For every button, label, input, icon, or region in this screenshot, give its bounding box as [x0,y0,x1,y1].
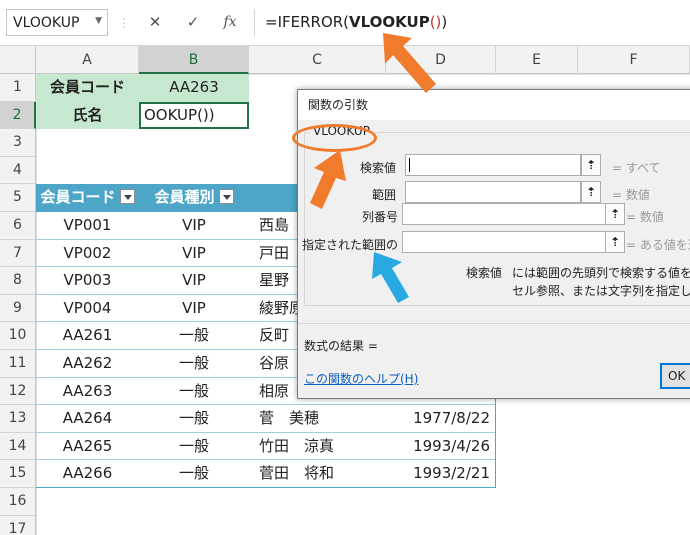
arg-input-range-lookup[interactable] [402,231,606,253]
arg-input-table-array[interactable] [405,181,581,203]
drag-handle-icon[interactable]: ⋮ [118,13,130,33]
name-label-text: 氏名 [72,105,103,124]
row-header-4[interactable]: 4 [0,156,36,185]
collapse-dialog-icon[interactable]: ⇡ [605,203,625,225]
row-header-8[interactable]: 8 [0,267,36,295]
insert-function-icon[interactable]: fx [213,9,247,36]
row-header-14[interactable]: 14 [0,432,36,461]
column-header-c[interactable]: C [249,46,386,74]
collapse-dialog-icon[interactable]: ⇡ [581,181,601,203]
highlight-oval [292,124,377,152]
arg-label-lookup-value: 検索値 [359,161,396,175]
cancel-icon[interactable]: ✕ [138,9,172,36]
chevron-down-icon[interactable]: ▼ [95,16,102,26]
member-code-value-text: AA263 [169,78,219,96]
row-header-5[interactable]: 5 [0,184,36,212]
formula-tail: ) [441,13,448,31]
arg-result-lookup-value: = すべて [612,161,661,175]
description-line-1: には範囲の先頭列で検索する値を指定 [512,266,690,280]
arg-result-range-lookup: = ある値を返 [626,238,690,252]
row-header-11[interactable]: 11 [0,350,36,378]
dialog-title[interactable]: 関数の引数 [298,90,690,120]
ok-button[interactable]: OK [660,363,690,389]
arg-label-col-index: 列番号 [361,210,398,224]
arg-input-col-index[interactable] [402,203,606,225]
formula-function: VLOOKUP [349,13,430,31]
formula-prefix: =IFERROR( [265,13,350,31]
row-header-9[interactable]: 9 [0,294,36,323]
row-header-6[interactable]: 6 [0,212,36,240]
row-header-12[interactable]: 12 [0,377,36,406]
arg-label-table-array: 範囲 [371,188,396,202]
row-header-15[interactable]: 15 [0,460,36,488]
active-cell-text: OOKUP()) [144,105,215,124]
active-cell-name-value[interactable]: OOKUP()) [139,101,249,130]
formula-bar: VLOOKUP ▼ ⋮ ✕ ✓ fx =IFERROR(VLOOKUP()) [0,0,690,46]
arg-label-range-lookup: 指定された範囲の 1 [302,238,398,252]
column-header-d[interactable]: D [386,46,496,74]
formula-text: =IFERROR(VLOOKUP()) [265,13,447,31]
dialog-divider [298,323,690,324]
row-header-3[interactable]: 3 [0,129,36,157]
collapse-dialog-icon[interactable]: ⇡ [581,154,601,176]
column-header-e[interactable]: E [496,46,578,74]
member-code-label-text: 会員コード [49,78,125,96]
name-box[interactable]: VLOOKUP ▼ [6,9,108,36]
row-header-16[interactable]: 16 [0,488,36,516]
description-line-2: セル参照、または文字列を指定します。 [512,284,690,298]
row-header-10[interactable]: 10 [0,322,36,350]
formula-input[interactable]: =IFERROR(VLOOKUP()) [254,9,690,36]
function-help-link[interactable]: この関数のヘルプ(H) [304,370,418,387]
formula-parens: () [429,13,442,31]
select-all-corner[interactable] [0,46,36,74]
column-header-b[interactable]: B [139,46,249,74]
column-header-f[interactable]: F [578,46,690,74]
description-arg-name: 検索値 [466,266,503,280]
enter-icon[interactable]: ✓ [176,9,210,36]
row-header-13[interactable]: 13 [0,405,36,433]
arg-result-table-array: = 数値 [612,188,650,202]
row-header-2[interactable]: 2 [0,101,36,130]
member-code-label[interactable]: 会員コード [36,74,139,102]
column-header-a[interactable]: A [36,46,139,74]
name-label[interactable]: 氏名 [36,101,139,130]
formula-result: 数式の結果 = [304,339,378,353]
row-header-17[interactable]: 17 [0,515,36,535]
name-box-value: VLOOKUP [13,15,80,31]
row-header-7[interactable]: 7 [0,239,36,268]
text-caret [409,158,410,172]
member-code-value[interactable]: AA263 [139,74,249,102]
arg-input-lookup-value[interactable] [405,154,581,176]
row-header-1[interactable]: 1 [0,74,36,102]
collapse-dialog-icon[interactable]: ⇡ [605,231,625,253]
arg-result-col-index: = 数値 [626,210,664,224]
